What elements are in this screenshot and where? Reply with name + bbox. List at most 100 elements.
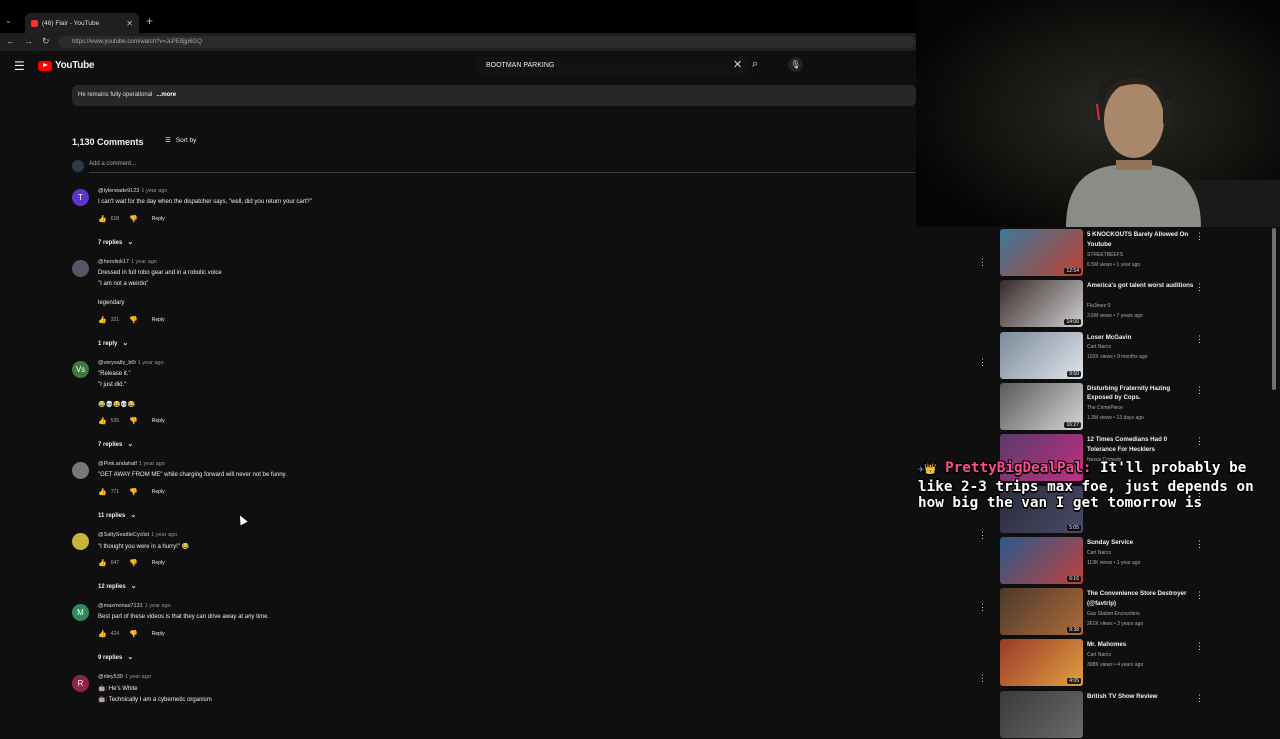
new-tab-icon[interactable]: +	[146, 14, 153, 28]
thumbs-up-icon[interactable]: 👍	[98, 215, 107, 223]
more-options-icon[interactable]: ⋮	[1195, 385, 1204, 396]
related-video[interactable]: 9:50 Loser McGavin Cart Narcs 102K views • …	[1000, 331, 1270, 380]
avatar[interactable]	[72, 260, 89, 277]
avatar[interactable]: M	[72, 604, 89, 621]
view-replies-button[interactable]: 9 replies ⌄	[98, 653, 133, 661]
video-title[interactable]: Mr. Mahomes	[1087, 640, 1197, 650]
comment-author[interactable]: @riley539	[98, 674, 123, 680]
video-title[interactable]: America's got talent worst auditions	[1087, 281, 1197, 291]
video-thumbnail[interactable]: 12:54	[1000, 229, 1083, 276]
avatar[interactable]	[72, 533, 89, 550]
channel-name[interactable]: Cart Narcs	[1087, 652, 1111, 658]
more-options-icon[interactable]: ⋮	[1195, 590, 1204, 601]
search-input[interactable]: BOOTMAN PARKING	[478, 57, 750, 74]
more-link[interactable]: ...more	[156, 92, 176, 98]
microphone-icon[interactable]: 🎙	[788, 57, 803, 72]
thumbs-down-icon[interactable]: 👎	[129, 215, 138, 223]
close-tab-icon[interactable]: ✕	[126, 19, 133, 28]
comment-author[interactable]: @Pink.andahalf	[98, 461, 137, 467]
avatar[interactable]	[72, 462, 89, 479]
video-thumbnail[interactable]: 4:05	[1000, 639, 1083, 687]
video-thumbnail[interactable]: 14:06	[1000, 280, 1083, 328]
video-title[interactable]: Sunday Service	[1087, 538, 1197, 548]
more-options-icon[interactable]: ⋮	[1195, 231, 1204, 242]
reply-button[interactable]: Reply	[152, 216, 165, 222]
channel-name[interactable]: Cart Narcs	[1087, 344, 1111, 350]
thumbs-up-icon[interactable]: 👍	[98, 630, 107, 638]
add-comment-input[interactable]: Add a comment...	[89, 161, 136, 167]
youtube-logo[interactable]: YouTube	[38, 60, 95, 71]
view-replies-button[interactable]: 7 replies ⌄	[98, 440, 133, 448]
video-thumbnail[interactable]: 9:50	[1000, 331, 1083, 379]
thumbs-up-icon[interactable]: 👍	[98, 417, 107, 425]
thumbs-up-icon[interactable]: 👍	[98, 559, 107, 567]
related-video[interactable]: 12:54 5 KNOCKOUTS Barely Allowed On Youtu…	[1000, 229, 1270, 277]
url-field[interactable]: https://www.youtube.com/watch?v=JcPE8jjp…	[58, 36, 916, 48]
related-video[interactable]: 8:38 The Convenience Store Destroyer (@fa…	[1000, 588, 1270, 636]
view-replies-button[interactable]: 7 replies ⌄	[98, 238, 133, 246]
video-thumbnail[interactable]: 8:38	[1000, 588, 1083, 636]
thumbs-up-icon[interactable]: 👍	[98, 316, 107, 324]
view-replies-button[interactable]: 1 reply ⌄	[98, 339, 128, 347]
reply-button[interactable]: Reply	[152, 560, 165, 566]
video-title[interactable]: Disturbing Fraternity Hazing Exposed by …	[1087, 384, 1197, 403]
comment-author[interactable]: @SaltySeattleCyclist	[98, 532, 149, 538]
channel-name[interactable]: The CrimePiece	[1087, 405, 1123, 411]
reply-button[interactable]: Reply	[152, 418, 165, 424]
scrollbar-thumb[interactable]	[1272, 228, 1276, 390]
comment-author[interactable]: @herolink17	[98, 259, 129, 265]
browser-tab[interactable]: (46) Flair - YouTube ✕	[25, 13, 139, 33]
video-description[interactable]: He remains fully operational ...more	[72, 85, 916, 106]
reload-icon[interactable]: ↻	[42, 36, 50, 47]
video-title[interactable]: 5 KNOCKOUTS Barely Allowed On Youtube	[1087, 230, 1197, 249]
forward-icon[interactable]: →	[24, 36, 33, 46]
video-title[interactable]: The Convenience Store Destroyer (@favtri…	[1087, 589, 1197, 608]
related-video[interactable]: 6:16 Sunday Service Cart Narcs 113K views •…	[1000, 536, 1270, 585]
back-icon[interactable]: ←	[6, 36, 15, 46]
video-title[interactable]: 12 Times Comedians Had 0 Tolerance For H…	[1087, 435, 1197, 454]
comment-author[interactable]: @maxmonas7131	[98, 603, 143, 609]
reply-button[interactable]: Reply	[152, 317, 165, 323]
related-video[interactable]: 14:06 America's got talent worst audition…	[1000, 280, 1270, 328]
video-title[interactable]: Loser McGavin	[1087, 333, 1197, 343]
clear-search-icon[interactable]: ✕	[733, 58, 742, 71]
related-video[interactable]: British TV Show Review ⋮	[1000, 690, 1270, 739]
channel-name[interactable]: STREETBEEFS	[1087, 252, 1123, 258]
related-video[interactable]: 16:27 Disturbing Fraternity Hazing Expose…	[1000, 382, 1270, 431]
video-thumbnail[interactable]	[1000, 690, 1083, 738]
avatar[interactable]: R	[72, 675, 89, 692]
more-options-icon[interactable]: ⋮	[1195, 539, 1204, 550]
reply-button[interactable]: Reply	[152, 631, 165, 637]
view-replies-button[interactable]: 12 replies ⌄	[98, 582, 137, 590]
thumbs-down-icon[interactable]: 👎	[129, 559, 138, 567]
view-replies-button[interactable]: 11 replies ⌄	[98, 511, 136, 519]
more-options-icon[interactable]: ⋮	[1195, 436, 1204, 447]
hamburger-menu-icon[interactable]: ☰	[14, 59, 25, 73]
thumbs-down-icon[interactable]: 👎	[129, 630, 138, 638]
avatar[interactable]: T	[72, 189, 89, 206]
comment-author[interactable]: @tylerwade9123	[98, 188, 139, 194]
channel-name[interactable]: Cart Narcs	[1087, 550, 1111, 556]
tab-list-chevron-icon[interactable]: ⌄	[5, 16, 12, 25]
more-options-icon[interactable]: ⋮	[978, 602, 987, 613]
more-options-icon[interactable]: ⋮	[978, 673, 987, 684]
channel-name[interactable]: Fla3mez 0	[1087, 303, 1110, 309]
more-options-icon[interactable]: ⋮	[1195, 641, 1204, 652]
sort-button[interactable]: ☰ Sort by	[165, 136, 196, 145]
more-options-icon[interactable]: ⋮	[978, 257, 987, 268]
more-options-icon[interactable]: ⋮	[1195, 334, 1204, 345]
thumbs-up-icon[interactable]: 👍	[98, 488, 107, 496]
thumbs-down-icon[interactable]: 👎	[129, 417, 138, 425]
more-options-icon[interactable]: ⋮	[978, 530, 987, 541]
comment-author[interactable]: @verysalty_b0i	[98, 360, 136, 366]
related-video[interactable]: 4:05 Mr. Mahomes Cart Narcs 398K views • 4 …	[1000, 639, 1270, 687]
video-title[interactable]: British TV Show Review	[1087, 692, 1197, 702]
more-options-icon[interactable]: ⋮	[978, 357, 987, 368]
video-thumbnail[interactable]: 16:27	[1000, 382, 1083, 430]
channel-name[interactable]: Gas Station Encounters	[1087, 611, 1140, 617]
more-options-icon[interactable]: ⋮	[1195, 693, 1204, 704]
reply-button[interactable]: Reply	[152, 489, 165, 495]
search-icon[interactable]: ⌕	[752, 58, 758, 71]
thumbs-down-icon[interactable]: 👎	[129, 316, 138, 324]
avatar[interactable]: Vs	[72, 361, 89, 378]
